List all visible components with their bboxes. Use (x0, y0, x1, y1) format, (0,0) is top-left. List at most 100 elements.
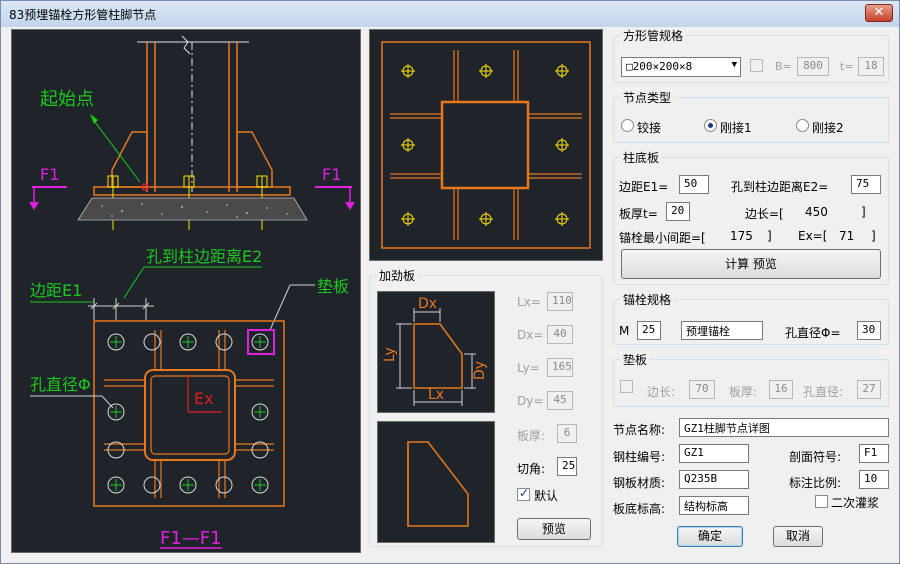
dx-label: Dx= (517, 328, 544, 342)
e2-field[interactable]: 75 (851, 175, 881, 194)
hole-dia-label: 孔直径Φ (30, 375, 91, 394)
pad-hole-field[interactable]: 27 (857, 380, 881, 399)
dx-field[interactable]: 40 (547, 325, 573, 344)
radio-hinged[interactable] (621, 119, 634, 132)
tube-size-select[interactable]: □200×200×8 ▼ (621, 57, 741, 77)
radio-rigid1[interactable] (704, 119, 717, 132)
column-no-label: 钢柱编号: (613, 450, 666, 464)
tube-size-value: □200×200×8 (626, 60, 693, 73)
start-point-label: 起始点 (40, 89, 94, 110)
pad-title: 垫板 (620, 351, 651, 368)
thick-label: 板厚t= (619, 207, 658, 221)
tube-spec-title: 方形管规格 (620, 27, 687, 44)
lx-field[interactable]: 110 (547, 292, 573, 311)
chamfer-label: 切角: (517, 462, 546, 476)
radio-rigid1-label: 刚接1 (720, 121, 752, 135)
main-drawing: 起始点 F1 F1 孔到柱边距离E2 边距E1 垫板 孔直径Φ Ex F1—F1 (29, 35, 355, 549)
section-title: F1—F1 (160, 528, 222, 549)
edge-label: 边距E1 (30, 281, 82, 300)
t-label: t= (840, 60, 854, 73)
t-field[interactable]: 18 (858, 57, 884, 76)
scale-field[interactable]: 10 (859, 470, 889, 489)
elevation-view: 起始点 F1 F1 (29, 35, 355, 230)
hole-edge-label: 孔到柱边距离E2 (146, 247, 262, 266)
e1-label: 边距E1= (619, 180, 669, 194)
pad-checkbox[interactable] (620, 380, 633, 393)
stiffener-diagram: Dx Ly Dy Lx (377, 291, 495, 413)
m-label: M (619, 324, 630, 338)
base-elev-label: 板底标高: (613, 502, 666, 516)
close-icon[interactable]: ✕ (874, 5, 885, 20)
min-space-bracket: ] (767, 229, 772, 243)
b-label: B= (775, 60, 792, 73)
e1-field[interactable]: 50 (679, 175, 709, 194)
pad-hole-label: 孔直径: (803, 385, 844, 399)
grout-label: 二次灌浆 (831, 496, 880, 510)
thick-field[interactable]: 20 (666, 202, 690, 221)
pad-thick-label: 板厚: (729, 385, 758, 399)
title-bar: 83预埋锚栓方形管柱脚节点 ✕ (1, 1, 899, 27)
window-title: 83预埋锚栓方形管柱脚节点 (9, 8, 157, 22)
material-field[interactable]: Q235B (679, 470, 749, 489)
column-no-field[interactable]: GZ1 (679, 444, 749, 463)
plan-preview-panel (369, 29, 603, 261)
ly-field[interactable]: 165 (547, 358, 573, 377)
chevron-down-icon: ▼ (731, 60, 737, 70)
min-space-label: 锚栓最小间距=[ (619, 231, 706, 245)
diagram-ly-label: Ly (382, 347, 398, 362)
diagram-dx-label: Dx (418, 296, 437, 312)
side-length-label: 边长=[ (745, 207, 784, 221)
pad-thick-field[interactable]: 16 (769, 380, 793, 399)
plate-thick-label: 板厚: (517, 429, 546, 443)
dy-label: Dy= (517, 394, 544, 408)
pad-side-field[interactable]: 70 (689, 380, 715, 399)
dy-field[interactable]: 45 (547, 391, 573, 410)
default-checkbox[interactable] (517, 486, 530, 501)
scale-label: 标注比例: (789, 476, 842, 490)
chamfer-field[interactable]: 25 (557, 457, 577, 476)
section-symbol-field[interactable]: F1 (859, 444, 889, 463)
plate-thick-field[interactable]: 6 (557, 424, 577, 443)
pad-label: 垫板 (317, 277, 349, 296)
dialog-window: 83预埋锚栓方形管柱脚节点 ✕ 起始点 F1 F1 孔到柱边距离E2 边距E1 … (0, 0, 900, 564)
node-name-label: 节点名称: (613, 423, 666, 437)
side-length-bracket: ] (861, 205, 866, 219)
section-mark-left: F1 (40, 165, 59, 184)
stiffener-preview (377, 421, 495, 543)
ly-label: Ly= (517, 361, 540, 375)
ex-value-label: Ex=[ (798, 229, 828, 243)
stiffener-preview-button[interactable]: 预览 (517, 518, 591, 540)
node-name-field[interactable]: GZ1柱脚节点详图 (679, 418, 889, 437)
default-label: 默认 (534, 489, 559, 503)
material-label: 钢板材质: (613, 476, 666, 490)
anchor-type-field[interactable]: 预埋锚栓 (681, 321, 763, 340)
section-symbol-label: 剖面符号: (789, 450, 842, 464)
stiffener-title: 加劲板 (376, 267, 419, 284)
side-length-value: 450 (805, 205, 828, 219)
cancel-button[interactable]: 取消 (773, 526, 823, 547)
custom-tube-checkbox[interactable] (750, 59, 763, 72)
m-field[interactable]: 25 (637, 321, 661, 340)
main-drawing-panel: 起始点 F1 F1 孔到柱边距离E2 边距E1 垫板 孔直径Φ Ex F1—F1 (11, 29, 361, 553)
calc-preview-button[interactable]: 计算 预览 (621, 249, 881, 279)
anchor-hole-field[interactable]: 30 (857, 321, 881, 340)
e2-label: 孔到柱边距离E2= (731, 180, 829, 194)
anchor-hole-label: 孔直径Φ= (785, 326, 841, 340)
diagram-dy-label: Dy (472, 361, 488, 380)
plan-preview (381, 41, 591, 249)
ex-bracket: ] (871, 229, 876, 243)
b-field[interactable]: 800 (797, 57, 829, 76)
anchor-spec-title: 锚栓规格 (620, 291, 675, 308)
node-type-title: 节点类型 (620, 89, 675, 106)
plan-view: 孔到柱边距离E2 边距E1 垫板 孔直径Φ Ex F1—F1 (30, 247, 349, 549)
base-elev-field[interactable]: 结构标高 (679, 496, 749, 515)
ex-label: Ex (194, 389, 214, 408)
grout-checkbox[interactable] (815, 495, 828, 508)
ok-button[interactable]: 确定 (677, 526, 743, 547)
close-button[interactable]: ✕ (865, 4, 893, 22)
radio-rigid2[interactable] (796, 119, 809, 132)
min-space-value: 175 (730, 229, 753, 243)
diagram-lx-label: Lx (428, 387, 444, 403)
radio-hinged-label: 铰接 (637, 121, 662, 135)
base-plate-title: 柱底板 (620, 149, 663, 166)
